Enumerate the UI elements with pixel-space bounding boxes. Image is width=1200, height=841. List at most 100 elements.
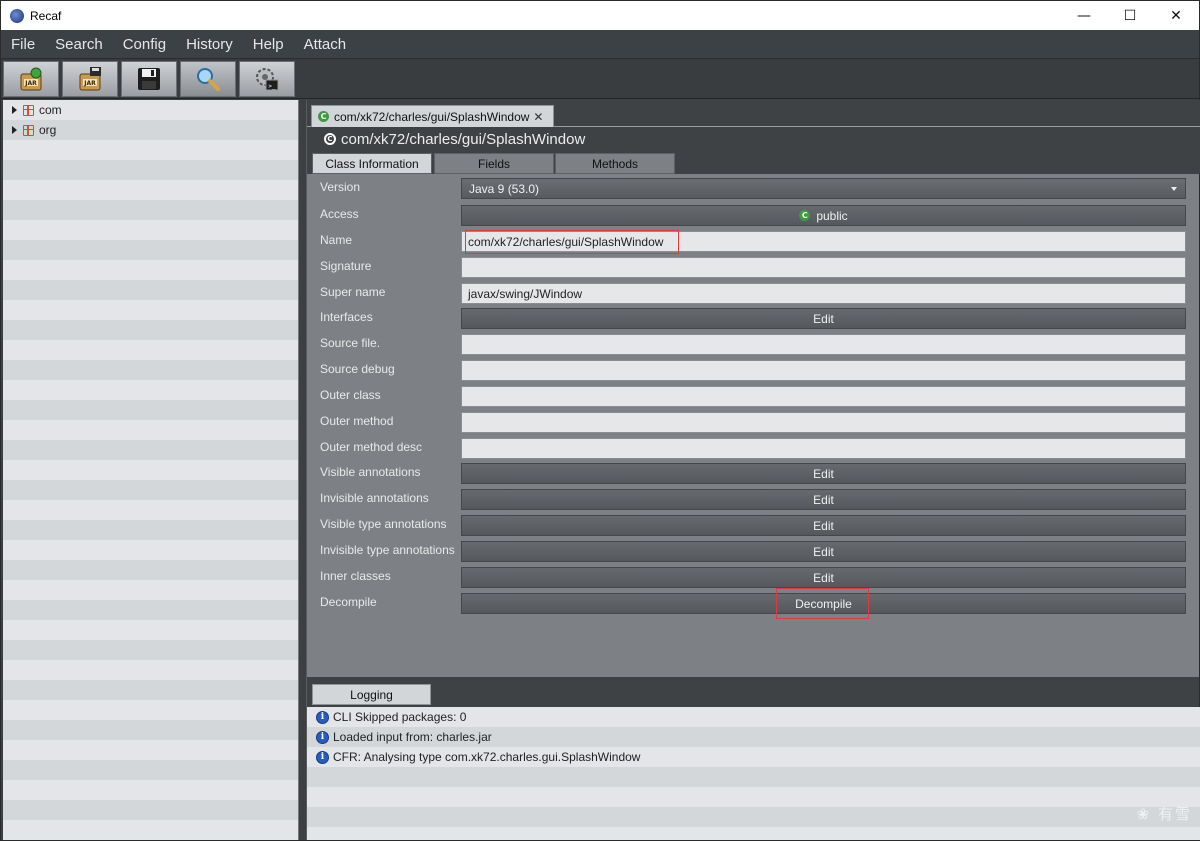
info-icon: i <box>316 750 329 764</box>
invisible-annotations-label: Invisible annotations <box>320 491 429 505</box>
log-entry: i CLI Skipped packages: 0 <box>307 707 1200 727</box>
version-value: Java 9 (53.0) <box>469 181 540 196</box>
jar-export-icon: JAR <box>79 66 101 90</box>
visible-type-annotations-edit-button[interactable]: Edit <box>461 515 1186 536</box>
source-debug-field[interactable] <box>461 360 1186 381</box>
signature-label: Signature <box>320 259 372 273</box>
super-name-field[interactable]: javax/swing/JWindow <box>461 283 1186 304</box>
source-debug-label: Source debug <box>320 362 395 376</box>
access-label: Access <box>320 207 359 221</box>
menu-config[interactable]: Config <box>116 36 176 53</box>
tab-class-information[interactable]: Class Information <box>312 153 432 174</box>
class-icon: C <box>799 210 811 221</box>
invisible-type-annotations-label: Invisible type annotations <box>320 543 455 557</box>
svg-text:JAR: JAR <box>83 80 96 87</box>
jar-load-icon: JAR <box>20 67 42 90</box>
source-file-label: Source file. <box>320 336 381 350</box>
outer-method-desc-label: Outer method desc <box>320 440 423 454</box>
decompile-button[interactable]: Decompile <box>461 593 1186 614</box>
expand-arrow-icon[interactable] <box>12 126 17 134</box>
tab-fields[interactable]: Fields <box>434 153 554 174</box>
minimize-button[interactable]: — <box>1061 1 1107 30</box>
super-name-label: Super name <box>320 285 386 299</box>
outer-method-desc-field[interactable] <box>461 438 1186 459</box>
source-file-field[interactable] <box>461 334 1186 355</box>
save-icon <box>138 67 160 90</box>
tree-item-org[interactable]: org <box>3 120 298 140</box>
log-entry-text: CLI Skipped packages: 0 <box>333 710 467 724</box>
interfaces-label: Interfaces <box>320 310 373 324</box>
log-list: i CLI Skipped packages: 0 i Loaded input… <box>307 707 1200 840</box>
close-button[interactable]: ✕ <box>1153 1 1199 30</box>
editor-tabstrip: C com/xk72/charles/gui/SplashWindow ✕ <box>307 100 1200 127</box>
menu-attach[interactable]: Attach <box>297 36 357 53</box>
decompile-label: Decompile <box>320 595 377 609</box>
title-bar: Recaf — ☐ ✕ <box>1 1 1199 30</box>
class-icon: C <box>324 133 336 145</box>
version-select[interactable]: Java 9 (53.0) <box>461 178 1186 199</box>
log-entry-text: Loaded input from: charles.jar <box>333 730 492 744</box>
info-icon: i <box>316 730 329 744</box>
invisible-annotations-edit-button[interactable]: Edit <box>461 489 1186 510</box>
class-title-text: com/xk72/charles/gui/SplashWindow <box>341 130 586 148</box>
visible-type-annotations-label: Visible type annotations <box>320 517 447 531</box>
logging-panel: Logging i CLI Skipped packages: 0 i Load… <box>306 677 1200 840</box>
svg-text:>_: >_ <box>268 83 276 90</box>
app-window: Recaf — ☐ ✕ File Search Config History H… <box>0 0 1200 841</box>
editor-tab[interactable]: C com/xk72/charles/gui/SplashWindow ✕ <box>311 105 554 127</box>
package-icon <box>23 124 34 136</box>
tree-item-label: org <box>39 123 57 137</box>
log-entry-text: CFR: Analysing type com.xk72.charles.gui… <box>333 750 641 764</box>
outer-class-field[interactable] <box>461 386 1186 407</box>
tab-close-icon[interactable]: ✕ <box>533 110 543 124</box>
inner-classes-label: Inner classes <box>320 569 391 583</box>
save-button[interactable] <box>121 60 177 97</box>
search-button[interactable] <box>180 60 236 97</box>
outer-method-field[interactable] <box>461 412 1186 433</box>
tree-item-com[interactable]: com <box>3 100 298 120</box>
visible-annotations-label: Visible annotations <box>320 465 421 479</box>
visible-annotations-edit-button[interactable]: Edit <box>461 463 1186 484</box>
package-icon <box>23 104 34 116</box>
access-button[interactable]: C public <box>461 205 1186 226</box>
toolbar: JAR JAR >_ <box>1 59 1199 99</box>
settings-button[interactable]: >_ <box>239 60 295 97</box>
editor-tab-label: com/xk72/charles/gui/SplashWindow <box>334 109 530 124</box>
expand-arrow-icon[interactable] <box>12 106 17 114</box>
signature-field[interactable] <box>461 257 1186 278</box>
maximize-button[interactable]: ☐ <box>1107 1 1153 30</box>
tree-item-label: com <box>39 103 62 117</box>
name-field[interactable]: com/xk72/charles/gui/SplashWindow <box>461 231 1186 252</box>
recaf-logo-icon <box>10 8 24 23</box>
tab-logging[interactable]: Logging <box>312 684 431 705</box>
interfaces-edit-button[interactable]: Edit <box>461 308 1186 329</box>
class-subtabs: Class Information Fields Methods <box>307 151 1200 174</box>
info-icon: i <box>316 710 329 724</box>
log-entry: i CFR: Analysing type com.xk72.charles.g… <box>307 747 1200 767</box>
invisible-type-annotations-edit-button[interactable]: Edit <box>461 541 1186 562</box>
window-title: Recaf <box>30 8 62 23</box>
outer-method-label: Outer method <box>320 414 394 428</box>
class-tree: com org <box>3 100 299 840</box>
outer-class-label: Outer class <box>320 388 381 402</box>
watermark: ❀ 有雪 <box>1136 805 1192 823</box>
tab-methods[interactable]: Methods <box>555 153 675 174</box>
access-value: public <box>816 208 848 223</box>
menu-history[interactable]: History <box>179 36 243 53</box>
log-entry: i Loaded input from: charles.jar <box>307 727 1200 747</box>
menu-bar: File Search Config History Help Attach <box>1 30 1199 59</box>
editor-panel: C com/xk72/charles/gui/SplashWindow ✕ C … <box>306 100 1200 677</box>
name-label: Name <box>320 233 353 247</box>
search-icon <box>197 67 220 91</box>
export-jar-button[interactable]: JAR <box>62 60 118 97</box>
load-jar-button[interactable]: JAR <box>3 60 59 97</box>
svg-text:JAR: JAR <box>24 80 37 87</box>
menu-file[interactable]: File <box>4 36 45 53</box>
menu-search[interactable]: Search <box>48 36 113 53</box>
menu-help[interactable]: Help <box>246 36 294 53</box>
inner-classes-edit-button[interactable]: Edit <box>461 567 1186 588</box>
version-label: Version <box>320 180 361 194</box>
class-icon: C <box>318 111 329 122</box>
class-title: C com/xk72/charles/gui/SplashWindow <box>307 127 1200 151</box>
chevron-down-icon <box>1171 187 1177 191</box>
